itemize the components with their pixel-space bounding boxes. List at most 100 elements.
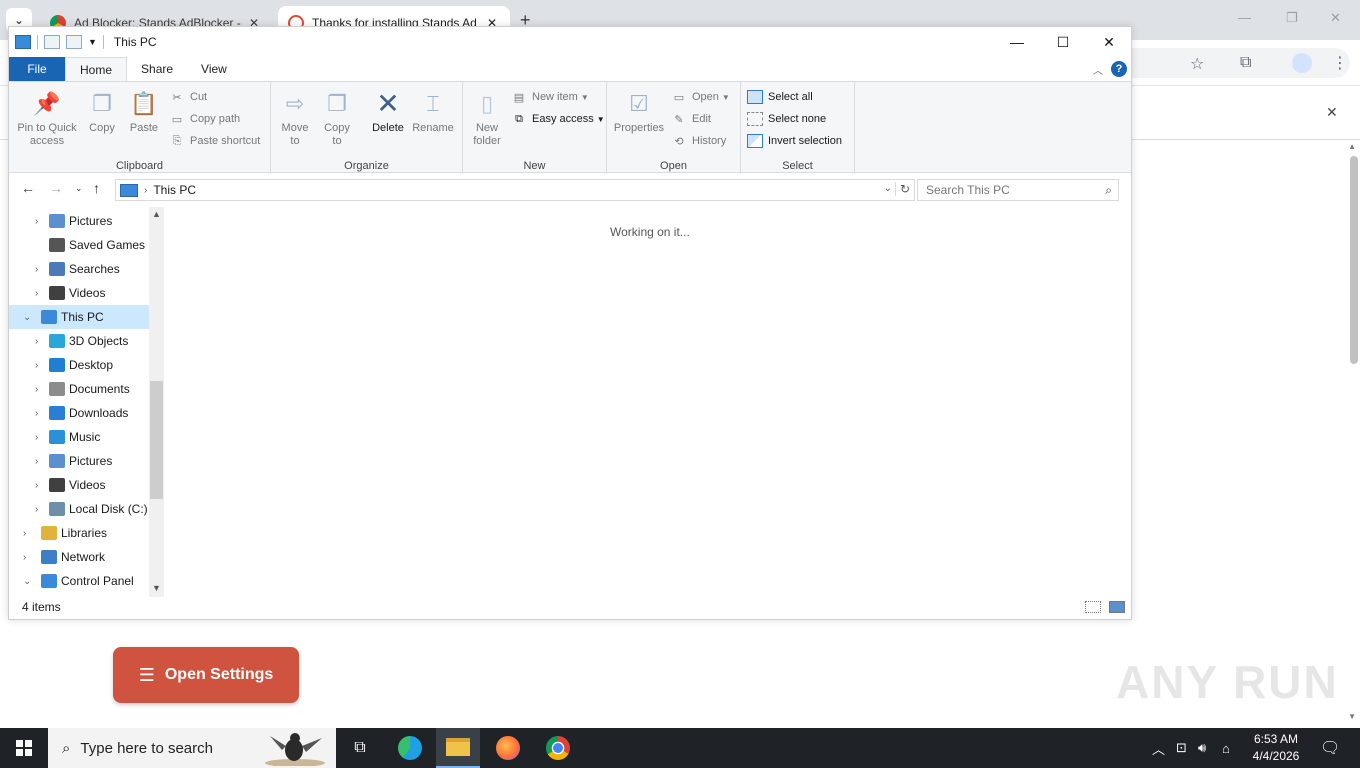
chrome-taskbar-button[interactable] xyxy=(536,728,580,768)
easy-access-button[interactable]: ⧉ Easy access ▼ xyxy=(511,112,605,126)
select-none-button[interactable]: Select none xyxy=(747,112,826,126)
page-scroll-down[interactable]: ▼ xyxy=(1348,712,1356,721)
taskbar-clock[interactable]: 6:53 AM 4/4/2026 xyxy=(1244,731,1308,765)
scroll-up-icon[interactable]: ▲ xyxy=(152,209,161,219)
restore-icon[interactable]: ❐ xyxy=(1286,10,1298,26)
expand-chevron-right-icon[interactable]: › xyxy=(23,552,26,563)
paste-shortcut-button[interactable]: ⎘ Paste shortcut xyxy=(169,134,261,148)
expand-chevron-down-icon[interactable]: ⌄ xyxy=(23,312,31,323)
address-history-chevron-icon[interactable]: ⌄ xyxy=(884,183,892,194)
nav-item[interactable]: ⌄ Control Panel xyxy=(9,569,149,593)
pin-to-quick-access-button[interactable]: 📌 Pin to Quick access xyxy=(15,88,79,148)
expand-chevron-right-icon[interactable]: › xyxy=(35,216,38,227)
expand-chevron-right-icon[interactable]: › xyxy=(35,408,38,419)
expand-chevron-right-icon[interactable]: › xyxy=(35,456,38,467)
invert-selection-button[interactable]: Invert selection xyxy=(747,134,842,148)
minimize-icon[interactable]: — xyxy=(1238,10,1251,25)
customize-dropdown-icon[interactable]: ▼ xyxy=(88,37,97,47)
close-button[interactable]: ✕ xyxy=(1086,27,1132,57)
page-scroll-up[interactable]: ▲ xyxy=(1348,142,1356,151)
expand-chevron-right-icon[interactable]: › xyxy=(35,336,38,347)
address-bar[interactable]: › This PC ⌄ ↻ xyxy=(115,179,915,201)
close-icon[interactable]: ✕ xyxy=(1326,104,1338,121)
nav-item[interactable]: › Network xyxy=(9,545,149,569)
expand-chevron-down-icon[interactable]: ⌄ xyxy=(23,576,31,587)
paste-button[interactable]: 📋 Paste xyxy=(127,88,161,135)
expand-chevron-right-icon[interactable]: › xyxy=(35,384,38,395)
bookmark-star-icon[interactable]: ☆ xyxy=(1190,54,1204,74)
network-icon[interactable]: ⌂ xyxy=(1222,728,1230,768)
scroll-down-icon[interactable]: ▼ xyxy=(152,583,161,593)
nav-scroll-thumb[interactable] xyxy=(150,381,163,499)
up-arrow-icon[interactable]: ↑ xyxy=(93,180,100,196)
details-view-icon[interactable] xyxy=(1085,601,1101,613)
rename-button[interactable]: ⌶ Rename xyxy=(411,88,455,135)
search-input[interactable]: Search This PC ⌕ xyxy=(917,179,1119,201)
notification-center-button[interactable]: 🗨︎ xyxy=(1320,728,1340,768)
nav-item[interactable]: › Local Disk (C:) xyxy=(9,497,149,521)
nav-item[interactable]: › Pictures xyxy=(9,449,149,473)
help-icon[interactable]: ? xyxy=(1111,61,1127,77)
new-folder-button[interactable]: ▯ New folder xyxy=(467,88,507,148)
nav-item[interactable]: Saved Games xyxy=(9,233,149,257)
refresh-icon[interactable]: ↻ xyxy=(894,182,910,196)
breadcrumb-separator-icon[interactable]: › xyxy=(144,185,147,196)
properties-icon[interactable] xyxy=(44,35,60,49)
tab-file[interactable]: File xyxy=(9,57,65,81)
start-button[interactable] xyxy=(0,728,48,768)
nav-item[interactable]: › Videos xyxy=(9,281,149,305)
expand-chevron-right-icon[interactable]: › xyxy=(23,528,26,539)
omnibox[interactable] xyxy=(1120,48,1350,78)
new-folder-icon[interactable] xyxy=(66,35,82,49)
expand-chevron-right-icon[interactable]: › xyxy=(35,264,38,275)
nav-item[interactable]: › Music xyxy=(9,425,149,449)
select-all-button[interactable]: Select all xyxy=(747,90,813,104)
menu-kebab-icon[interactable]: ⋮ xyxy=(1332,53,1348,73)
volume-icon[interactable]: 🔊︎ xyxy=(1198,728,1206,768)
expand-chevron-right-icon[interactable]: › xyxy=(35,360,38,371)
copy-button[interactable]: ❐ Copy xyxy=(85,88,119,135)
expand-chevron-right-icon[interactable]: › xyxy=(35,288,38,299)
history-button[interactable]: ⟲ History xyxy=(671,134,726,148)
firefox-taskbar-button[interactable] xyxy=(486,728,530,768)
open-settings-button[interactable]: ☰ Open Settings xyxy=(113,647,299,703)
file-explorer-taskbar-button[interactable] xyxy=(436,728,480,768)
page-scrollbar-thumb[interactable] xyxy=(1350,156,1358,364)
open-button[interactable]: ▭ Open ▼ xyxy=(671,90,730,104)
cut-button[interactable]: ✂ Cut xyxy=(169,90,207,104)
taskbar-search-box[interactable]: ⌕ Type here to search xyxy=(48,728,336,768)
recent-locations-chevron-icon[interactable]: ⌄ xyxy=(75,183,83,194)
copy-path-button[interactable]: ▭ Copy path xyxy=(169,112,240,126)
properties-button[interactable]: ☑ Properties xyxy=(611,88,667,135)
new-item-button[interactable]: ▤ New item ▼ xyxy=(511,90,589,104)
close-icon[interactable]: ✕ xyxy=(1330,10,1341,26)
profile-avatar[interactable] xyxy=(1292,53,1312,73)
nav-scrollbar[interactable]: ▲ ▼ xyxy=(149,207,164,597)
tab-view[interactable]: View xyxy=(187,57,241,81)
nav-item[interactable]: › Downloads xyxy=(9,401,149,425)
minimize-button[interactable]: — xyxy=(994,27,1040,57)
expand-chevron-right-icon[interactable]: › xyxy=(35,480,38,491)
large-icons-view-icon[interactable] xyxy=(1109,601,1125,613)
nav-item[interactable]: › Libraries xyxy=(9,521,149,545)
tab-share[interactable]: Share xyxy=(127,57,187,81)
maximize-button[interactable]: ☐ xyxy=(1040,27,1086,57)
expand-chevron-right-icon[interactable]: › xyxy=(35,432,38,443)
nav-item[interactable]: ⌄ This PC xyxy=(9,305,149,329)
file-list-area[interactable]: Working on it... xyxy=(165,207,1131,597)
extensions-icon[interactable]: ⧉ xyxy=(1240,54,1251,72)
move-to-button[interactable]: ⇨ Move to xyxy=(277,88,313,148)
back-arrow-icon[interactable]: ← xyxy=(21,180,35,196)
task-view-button[interactable]: ⧉ xyxy=(338,728,382,768)
nav-item[interactable]: › 3D Objects xyxy=(9,329,149,353)
show-hidden-icons-button[interactable]: ︿ xyxy=(1152,728,1165,768)
collapse-ribbon-icon[interactable]: ︿ xyxy=(1093,62,1103,77)
tab-home[interactable]: Home xyxy=(65,57,128,81)
nav-item[interactable]: › Videos xyxy=(9,473,149,497)
tray-network-drive-icon[interactable]: ⊡ xyxy=(1176,728,1187,768)
breadcrumb-this-pc[interactable]: This PC xyxy=(153,183,196,197)
nav-item[interactable]: › Pictures xyxy=(9,209,149,233)
forward-arrow-icon[interactable]: → xyxy=(49,180,63,196)
edge-taskbar-button[interactable] xyxy=(388,728,432,768)
nav-item[interactable]: › Searches xyxy=(9,257,149,281)
